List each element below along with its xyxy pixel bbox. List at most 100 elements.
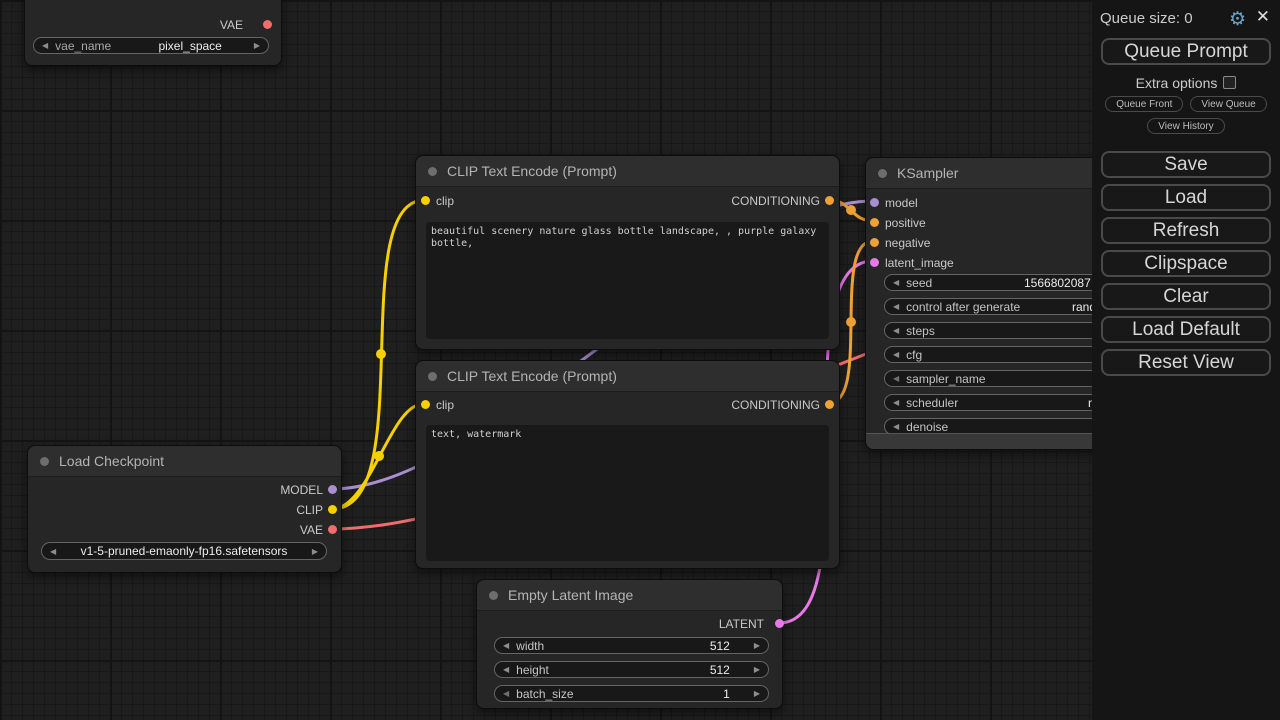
port-label-vae: VAE bbox=[300, 524, 323, 536]
arrow-left-icon[interactable]: ◀ bbox=[50, 543, 56, 560]
arrow-left-icon[interactable]: ◀ bbox=[503, 637, 509, 654]
port-label-negative: negative bbox=[885, 237, 930, 249]
arrow-right-icon[interactable]: ▶ bbox=[754, 637, 760, 654]
arrow-left-icon[interactable]: ◀ bbox=[893, 322, 899, 339]
widget-label: seed bbox=[906, 276, 932, 290]
history-button-row: View History bbox=[1092, 118, 1280, 134]
queue-prompt-button[interactable]: Queue Prompt bbox=[1101, 38, 1271, 65]
node-empty-latent-image[interactable]: Empty Latent Image LATENT ◀ width 512 ▶ … bbox=[476, 579, 783, 709]
arrow-left-icon[interactable]: ◀ bbox=[503, 685, 509, 702]
clip-output-port[interactable] bbox=[328, 505, 337, 514]
arrow-left-icon[interactable]: ◀ bbox=[893, 394, 899, 411]
node-header[interactable]: Empty Latent Image bbox=[477, 580, 782, 611]
action-buttons: Save Load Refresh Clipspace Clear Load D… bbox=[1092, 151, 1280, 376]
collapse-dot-icon[interactable] bbox=[428, 372, 437, 381]
ckpt-name-widget[interactable]: ◀ v1-5-pruned-emaonly-fp16.safetensors ▶ bbox=[41, 542, 327, 560]
clear-button[interactable]: Clear bbox=[1101, 283, 1271, 310]
queue-size-label: Queue size: 0 bbox=[1100, 10, 1193, 27]
node-clip-text-encode-negative[interactable]: CLIP Text Encode (Prompt) clip CONDITION… bbox=[415, 360, 840, 569]
widget-value: 1 bbox=[723, 687, 730, 701]
model-input-port[interactable] bbox=[870, 198, 879, 207]
port-label-positive: positive bbox=[885, 217, 926, 229]
extra-options-label: Extra options bbox=[1136, 75, 1218, 91]
prompt-textarea[interactable]: beautiful scenery nature glass bottle la… bbox=[426, 222, 829, 339]
node-header[interactable]: Load Checkpoint bbox=[28, 446, 341, 477]
port-label-conditioning: CONDITIONING bbox=[731, 195, 820, 207]
widget-label: batch_size bbox=[516, 687, 573, 701]
vae-output-port[interactable] bbox=[328, 525, 337, 534]
extra-options-row: Extra options bbox=[1092, 75, 1280, 90]
settings-gear-icon[interactable]: ⚙ bbox=[1229, 8, 1246, 31]
collapse-dot-icon[interactable] bbox=[40, 457, 49, 466]
node-load-vae[interactable]: VAE ◀ vae_name pixel_space ▶ bbox=[24, 0, 282, 66]
conditioning-output-port[interactable] bbox=[825, 196, 834, 205]
widget-value: v1-5-pruned-emaonly-fp16.safetensors bbox=[81, 544, 288, 558]
arrow-left-icon[interactable]: ◀ bbox=[42, 37, 48, 54]
arrow-right-icon[interactable]: ▶ bbox=[754, 661, 760, 678]
node-title: CLIP Text Encode (Prompt) bbox=[447, 163, 617, 179]
widget-value: 1566802087 bbox=[1024, 276, 1091, 290]
load-button[interactable]: Load bbox=[1101, 184, 1271, 211]
widget-label: width bbox=[516, 639, 544, 653]
positive-input-port[interactable] bbox=[870, 218, 879, 227]
load-default-button[interactable]: Load Default bbox=[1101, 316, 1271, 343]
latent-output-port[interactable] bbox=[775, 619, 784, 628]
clip-input-port[interactable] bbox=[421, 400, 430, 409]
port-label-vae-out: VAE bbox=[220, 19, 243, 31]
arrow-left-icon[interactable]: ◀ bbox=[893, 298, 899, 315]
arrow-left-icon[interactable]: ◀ bbox=[503, 661, 509, 678]
negative-input-port[interactable] bbox=[870, 238, 879, 247]
node-header[interactable]: CLIP Text Encode (Prompt) bbox=[416, 361, 839, 392]
vae-name-widget[interactable]: ◀ vae_name pixel_space ▶ bbox=[33, 37, 269, 54]
view-history-button[interactable]: View History bbox=[1147, 118, 1224, 134]
arrow-right-icon[interactable]: ▶ bbox=[754, 685, 760, 702]
arrow-left-icon[interactable]: ◀ bbox=[893, 346, 899, 363]
widget-label: cfg bbox=[906, 348, 922, 362]
clipspace-button[interactable]: Clipspace bbox=[1101, 250, 1271, 277]
close-icon[interactable]: ✕ bbox=[1256, 7, 1270, 27]
latent-image-input-port[interactable] bbox=[870, 258, 879, 267]
port-label-clip: CLIP bbox=[296, 504, 323, 516]
view-queue-button[interactable]: View Queue bbox=[1190, 96, 1266, 112]
arrow-right-icon[interactable]: ▶ bbox=[254, 37, 260, 54]
vae-output-port[interactable] bbox=[263, 20, 272, 29]
conditioning-output-port[interactable] bbox=[825, 400, 834, 409]
arrow-right-icon[interactable]: ▶ bbox=[312, 543, 318, 560]
port-label-latent: LATENT bbox=[719, 618, 764, 630]
arrow-left-icon[interactable]: ◀ bbox=[893, 370, 899, 387]
clip-input-port[interactable] bbox=[421, 196, 430, 205]
height-widget[interactable]: ◀ height 512 ▶ bbox=[494, 661, 769, 678]
widget-label: steps bbox=[906, 324, 935, 338]
queue-buttons-row: Queue Front View Queue bbox=[1092, 96, 1280, 112]
widget-label: control after generate bbox=[906, 300, 1020, 314]
node-clip-text-encode-positive[interactable]: CLIP Text Encode (Prompt) clip CONDITION… bbox=[415, 155, 840, 350]
node-load-checkpoint[interactable]: Load Checkpoint MODEL CLIP VAE ◀ v1-5-pr… bbox=[27, 445, 342, 573]
port-label-conditioning: CONDITIONING bbox=[731, 399, 820, 411]
port-label-clip: clip bbox=[436, 195, 454, 207]
width-widget[interactable]: ◀ width 512 ▶ bbox=[494, 637, 769, 654]
prompt-textarea[interactable]: text, watermark bbox=[426, 425, 829, 561]
extra-options-checkbox[interactable] bbox=[1223, 76, 1236, 89]
queue-status-row: Queue size: 0 ⚙ ✕ bbox=[1092, 0, 1280, 32]
refresh-button[interactable]: Refresh bbox=[1101, 217, 1271, 244]
port-label-model: model bbox=[885, 197, 918, 209]
node-title: KSampler bbox=[897, 165, 958, 181]
collapse-dot-icon[interactable] bbox=[428, 167, 437, 176]
widget-label: sampler_name bbox=[906, 372, 985, 386]
widget-value: pixel_space bbox=[158, 39, 221, 53]
node-title: CLIP Text Encode (Prompt) bbox=[447, 368, 617, 384]
widget-value: 512 bbox=[710, 639, 730, 653]
batch-size-widget[interactable]: ◀ batch_size 1 ▶ bbox=[494, 685, 769, 702]
node-header[interactable]: CLIP Text Encode (Prompt) bbox=[416, 156, 839, 187]
port-label-model: MODEL bbox=[280, 484, 323, 496]
widget-label: height bbox=[516, 663, 549, 677]
port-label-clip: clip bbox=[436, 399, 454, 411]
arrow-left-icon[interactable]: ◀ bbox=[893, 274, 899, 291]
widget-label: vae_name bbox=[55, 39, 111, 53]
reset-view-button[interactable]: Reset View bbox=[1101, 349, 1271, 376]
collapse-dot-icon[interactable] bbox=[878, 169, 887, 178]
queue-front-button[interactable]: Queue Front bbox=[1105, 96, 1183, 112]
model-output-port[interactable] bbox=[328, 485, 337, 494]
save-button[interactable]: Save bbox=[1101, 151, 1271, 178]
collapse-dot-icon[interactable] bbox=[489, 591, 498, 600]
